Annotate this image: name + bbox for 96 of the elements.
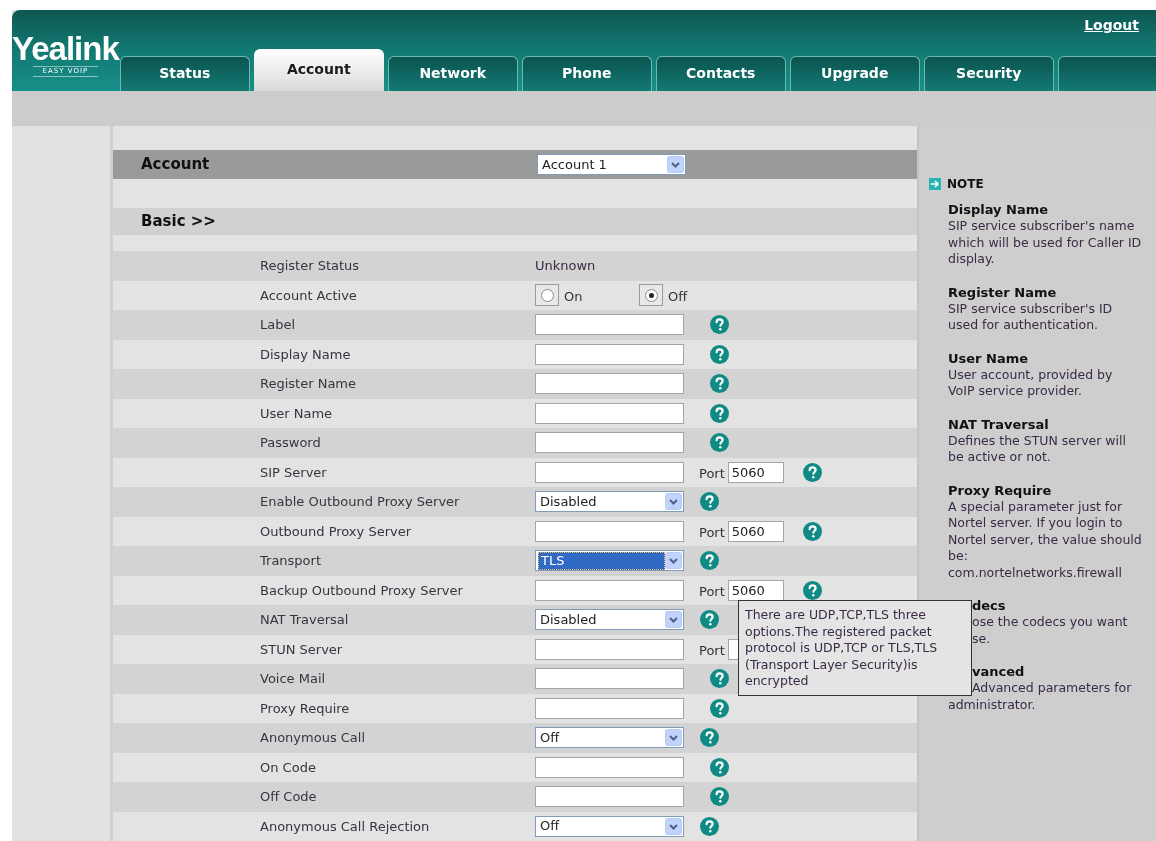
radio-label: On [564,287,583,306]
note-title: NAT Traversal [948,416,1050,433]
nav-tab[interactable]: Network [387,55,518,91]
help-icon[interactable] [700,610,719,630]
nav-tab[interactable]: Upgrade [789,55,920,91]
text-input[interactable] [535,461,684,483]
field-label: User Name [260,404,334,423]
help-icon[interactable] [700,728,719,748]
field-label: Register Status [260,257,361,275]
text-input[interactable] [535,343,684,365]
port-input[interactable]: 5060 [727,579,784,601]
text-input[interactable] [535,756,684,778]
text-input[interactable] [535,373,684,395]
nav-tab[interactable]: Contacts [655,55,786,91]
radio-button[interactable] [535,284,559,307]
dropdown[interactable]: Off [535,815,684,837]
logout-link[interactable]: Logout [1084,15,1139,36]
note-text: User account, provided by VoIP service provider. [948,366,1114,400]
note-text: SIP service subscriber's ID used for authentication. [948,300,1114,334]
text-input[interactable] [535,638,684,660]
field-label: Proxy Require [260,699,351,718]
help-icon[interactable] [700,551,719,571]
note-title: vanced [971,664,1026,680]
field-label: NAT Traversal [260,611,350,629]
status-value: Unknown [535,257,596,275]
nav-tab[interactable]: Phone [521,55,652,91]
field-label: Outbound Proxy Server [260,522,412,541]
field-label: Password [260,434,322,452]
field-label: Voice Mail [260,670,327,688]
field-label: Label [260,316,297,334]
note-title: Display Name [948,202,1050,218]
text-input[interactable] [535,520,684,542]
note-text: SIP service subscriber's name which will be used for Caller ID display. [948,218,1143,268]
field-label: Backup Outbound Proxy Server [260,581,464,600]
help-icon[interactable] [710,669,729,689]
help-icon[interactable] [710,433,729,453]
text-input[interactable] [535,314,684,336]
help-icon[interactable] [802,521,822,541]
radio-label: Off [668,287,688,306]
text-input[interactable] [535,402,684,424]
help-icon[interactable] [710,403,729,423]
note-title: User Name [948,350,1030,367]
dropdown[interactable]: TLS [535,550,684,572]
section-title: Basic >> [141,211,216,233]
help-icon[interactable] [710,315,729,335]
help-icon[interactable] [802,462,822,482]
tooltip: There are UDP,TCP,TLS three options.The registered packet protocol is UDP,TCP or TLS,TLS (Transport Layer Security)is encrypted [738,600,972,696]
field-label: Anonymous Call [260,729,367,747]
text-input[interactable] [535,432,684,454]
help-icon[interactable] [710,374,729,394]
note-title: Register Name [948,284,1058,301]
dropdown[interactable]: Disabled [535,491,684,513]
dropdown[interactable]: Account 1 [537,154,686,175]
port-input[interactable]: 5060 [727,461,784,483]
port-input[interactable]: 5060 [727,520,784,542]
account-title: Account [141,154,211,176]
port-label: Port [699,642,725,660]
field-label: Anonymous Call Rejection [260,817,431,836]
text-input[interactable] [535,579,684,601]
nav-tab[interactable]: Status [119,55,250,91]
field-label: Off Code [260,788,318,806]
logo-text: Yealink [12,32,119,66]
help-icon[interactable] [700,492,719,512]
help-icon[interactable] [710,344,729,364]
text-input[interactable] [535,786,684,808]
help-icon[interactable] [710,757,729,777]
radio-button[interactable] [639,284,663,307]
dropdown[interactable]: Disabled [535,609,684,631]
arrow-icon [929,178,941,190]
field-label: Display Name [260,345,352,364]
nav-tab[interactable]: Security [923,55,1054,91]
field-label: On Code [260,758,317,777]
field-label: Account Active [260,286,358,305]
port-label: Port [699,524,725,542]
text-input[interactable] [535,697,684,719]
port-label: Port [699,465,725,483]
field-label: SIP Server [260,463,328,482]
note-text: A special parameter just for Nortel server. If you login to Nortel server, the value should be: com.nortelnetworks.firewall [948,498,1143,581]
port-label: Port [699,583,725,601]
note-heading: NOTE [947,176,984,193]
dropdown[interactable]: Off [535,727,684,749]
note-title: Proxy Require [948,482,1053,499]
field-label: Transport [260,552,322,570]
help-icon[interactable] [710,787,729,807]
nav-tab[interactable]: Account [253,48,384,91]
help-icon[interactable] [700,816,719,836]
note-text: Defines the STUN server will be active or not. [948,432,1127,466]
field-label: STUN Server [260,640,344,659]
field-label: Enable Outbound Proxy Server [260,493,461,511]
nav-tab[interactable] [1057,55,1156,91]
note-title: decs [971,598,1007,614]
help-icon[interactable] [802,580,822,600]
note-text: ose the codecs you want se. [971,614,1129,647]
field-label: Register Name [260,375,357,393]
text-input[interactable] [535,668,684,690]
help-icon[interactable] [710,698,729,718]
